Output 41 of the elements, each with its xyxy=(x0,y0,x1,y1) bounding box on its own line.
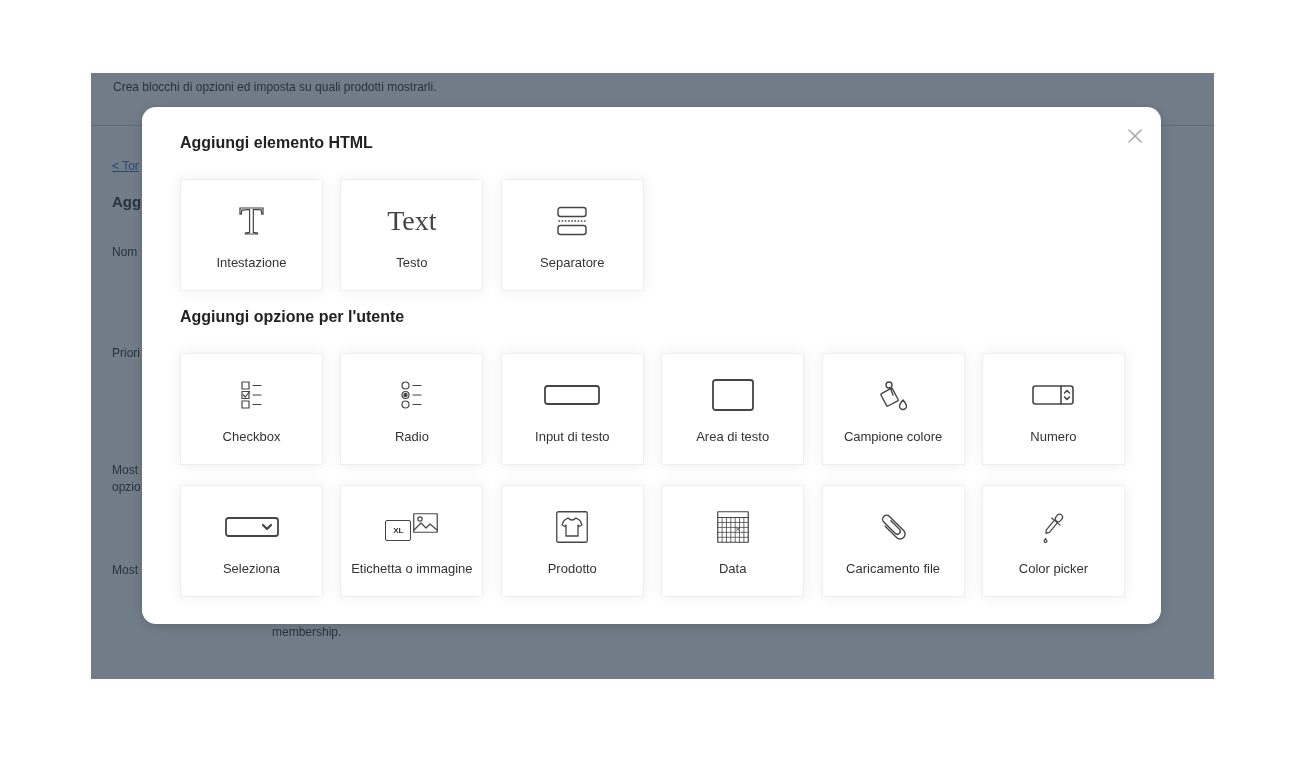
input-box-icon xyxy=(544,385,601,405)
option-card[interactable]: Prodotto xyxy=(500,485,644,597)
letter-glyph: T xyxy=(239,206,264,236)
tshirt-icon xyxy=(556,511,589,543)
size-tag: XL xyxy=(385,520,412,541)
eyedropper-icon xyxy=(1041,511,1066,543)
option-card[interactable]: Separatore xyxy=(500,179,644,291)
paint-bucket-icon xyxy=(878,379,909,411)
field-label: Priori xyxy=(112,345,140,362)
radio-list-icon xyxy=(400,381,423,409)
field-label: Most xyxy=(112,562,138,579)
sample-word: Text xyxy=(387,206,437,236)
option-card[interactable]: Input di testo xyxy=(500,353,644,465)
close-button[interactable] xyxy=(1128,129,1142,143)
option-card[interactable]: Seleziona xyxy=(180,485,323,597)
option-card[interactable]: Caricamento file xyxy=(821,485,965,597)
field-label: Nom xyxy=(112,244,138,261)
option-card[interactable]: XL Etichetta o immagine xyxy=(340,485,484,597)
number-stepper-icon xyxy=(1032,385,1075,405)
calendar-icon xyxy=(716,511,749,543)
checklist-icon xyxy=(240,381,263,409)
option-card[interactable]: Campione colore xyxy=(821,353,965,465)
option-card[interactable]: Area di testo xyxy=(661,353,805,465)
section-title: Aggiungi elemento HTML xyxy=(180,133,373,153)
image-icon xyxy=(413,513,439,533)
option-card[interactable]: Radio xyxy=(340,353,484,465)
field-label: Most opzio xyxy=(112,462,141,496)
option-card[interactable]: T Intestazione xyxy=(180,179,323,291)
option-card[interactable]: Text Testo xyxy=(340,179,484,291)
page-description: Crea blocchi di opzioni ed imposta su quali prodotti mostrarli. xyxy=(113,80,437,94)
dropdown-icon xyxy=(224,517,279,537)
close-icon xyxy=(1128,129,1142,143)
separator-icon xyxy=(556,206,589,236)
section-title: Aggiungi opzione per l'utente xyxy=(180,307,405,327)
option-card[interactable]: Data xyxy=(661,485,805,597)
page-heading: Agg xyxy=(112,193,142,211)
option-card[interactable]: Numero xyxy=(981,353,1125,465)
help-text: membership. xyxy=(272,625,342,639)
option-card[interactable]: Checkbox xyxy=(180,353,323,465)
option-card[interactable]: Color picker xyxy=(981,485,1125,597)
large-box-icon xyxy=(711,379,754,411)
